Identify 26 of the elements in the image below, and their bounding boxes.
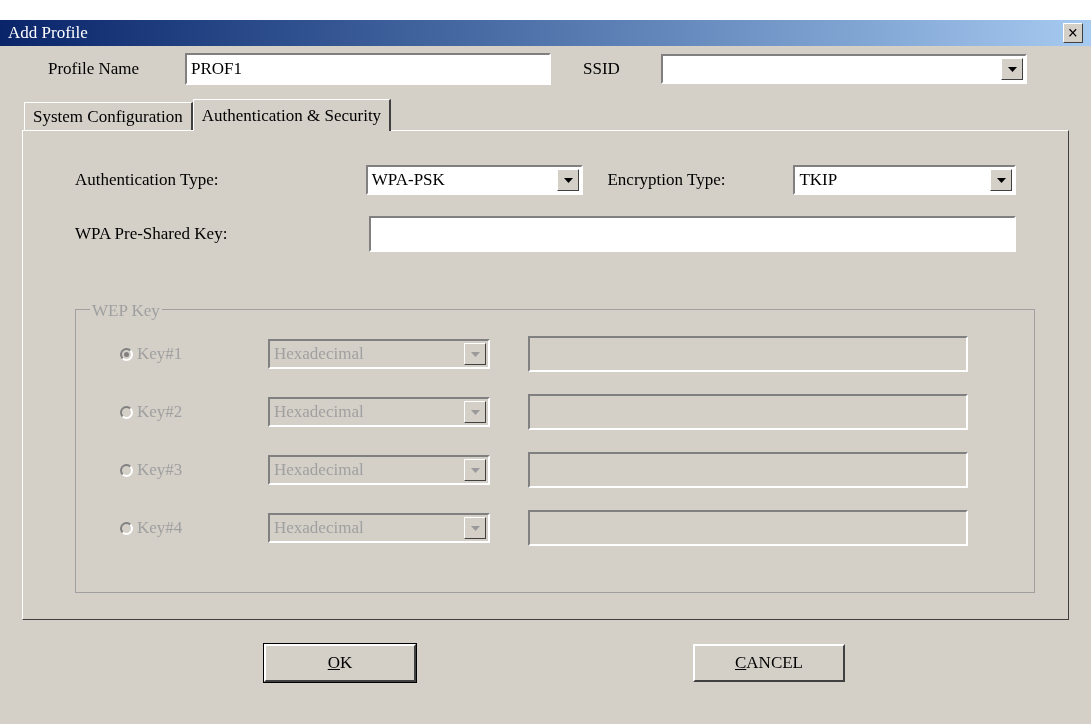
close-button[interactable]: × [1063, 23, 1083, 43]
authentication-type-dropdown[interactable]: WPA-PSK [365, 165, 584, 195]
wpa-key-field[interactable] [368, 216, 1016, 252]
ssid-label: SSID [583, 58, 621, 81]
caret-down-icon [996, 177, 1006, 183]
dropdown-arrow-button[interactable] [1001, 58, 1023, 80]
caret-down-icon [470, 525, 480, 531]
window-title: Add Profile [8, 22, 88, 45]
encryption-type-dropdown[interactable]: TKIP [793, 165, 1016, 195]
dropdown-arrow-button[interactable] [557, 169, 580, 191]
encryption-type-label: Encryption Type: [607, 169, 727, 192]
authentication-type-label: Authentication Type: [75, 169, 220, 192]
caret-down-icon [470, 409, 480, 415]
dropdown-arrow-button[interactable] [990, 169, 1012, 191]
caret-down-icon [1007, 66, 1017, 72]
caret-down-icon [470, 351, 480, 357]
tab[interactable]: System Configuration [24, 102, 193, 130]
dialog-button[interactable]: CANCEL [693, 644, 845, 682]
dialog-button[interactable]: OK [264, 644, 416, 682]
caret-down-icon [563, 177, 573, 183]
wpa-key-label: WPA Pre-Shared Key: [75, 223, 229, 246]
caret-down-icon [470, 467, 480, 473]
tab[interactable]: Authentication & Security [192, 99, 392, 131]
profile-name-field[interactable]: PROF1 [185, 53, 551, 85]
ssid-dropdown[interactable] [661, 54, 1027, 84]
profile-name-label: Profile Name [48, 58, 141, 81]
